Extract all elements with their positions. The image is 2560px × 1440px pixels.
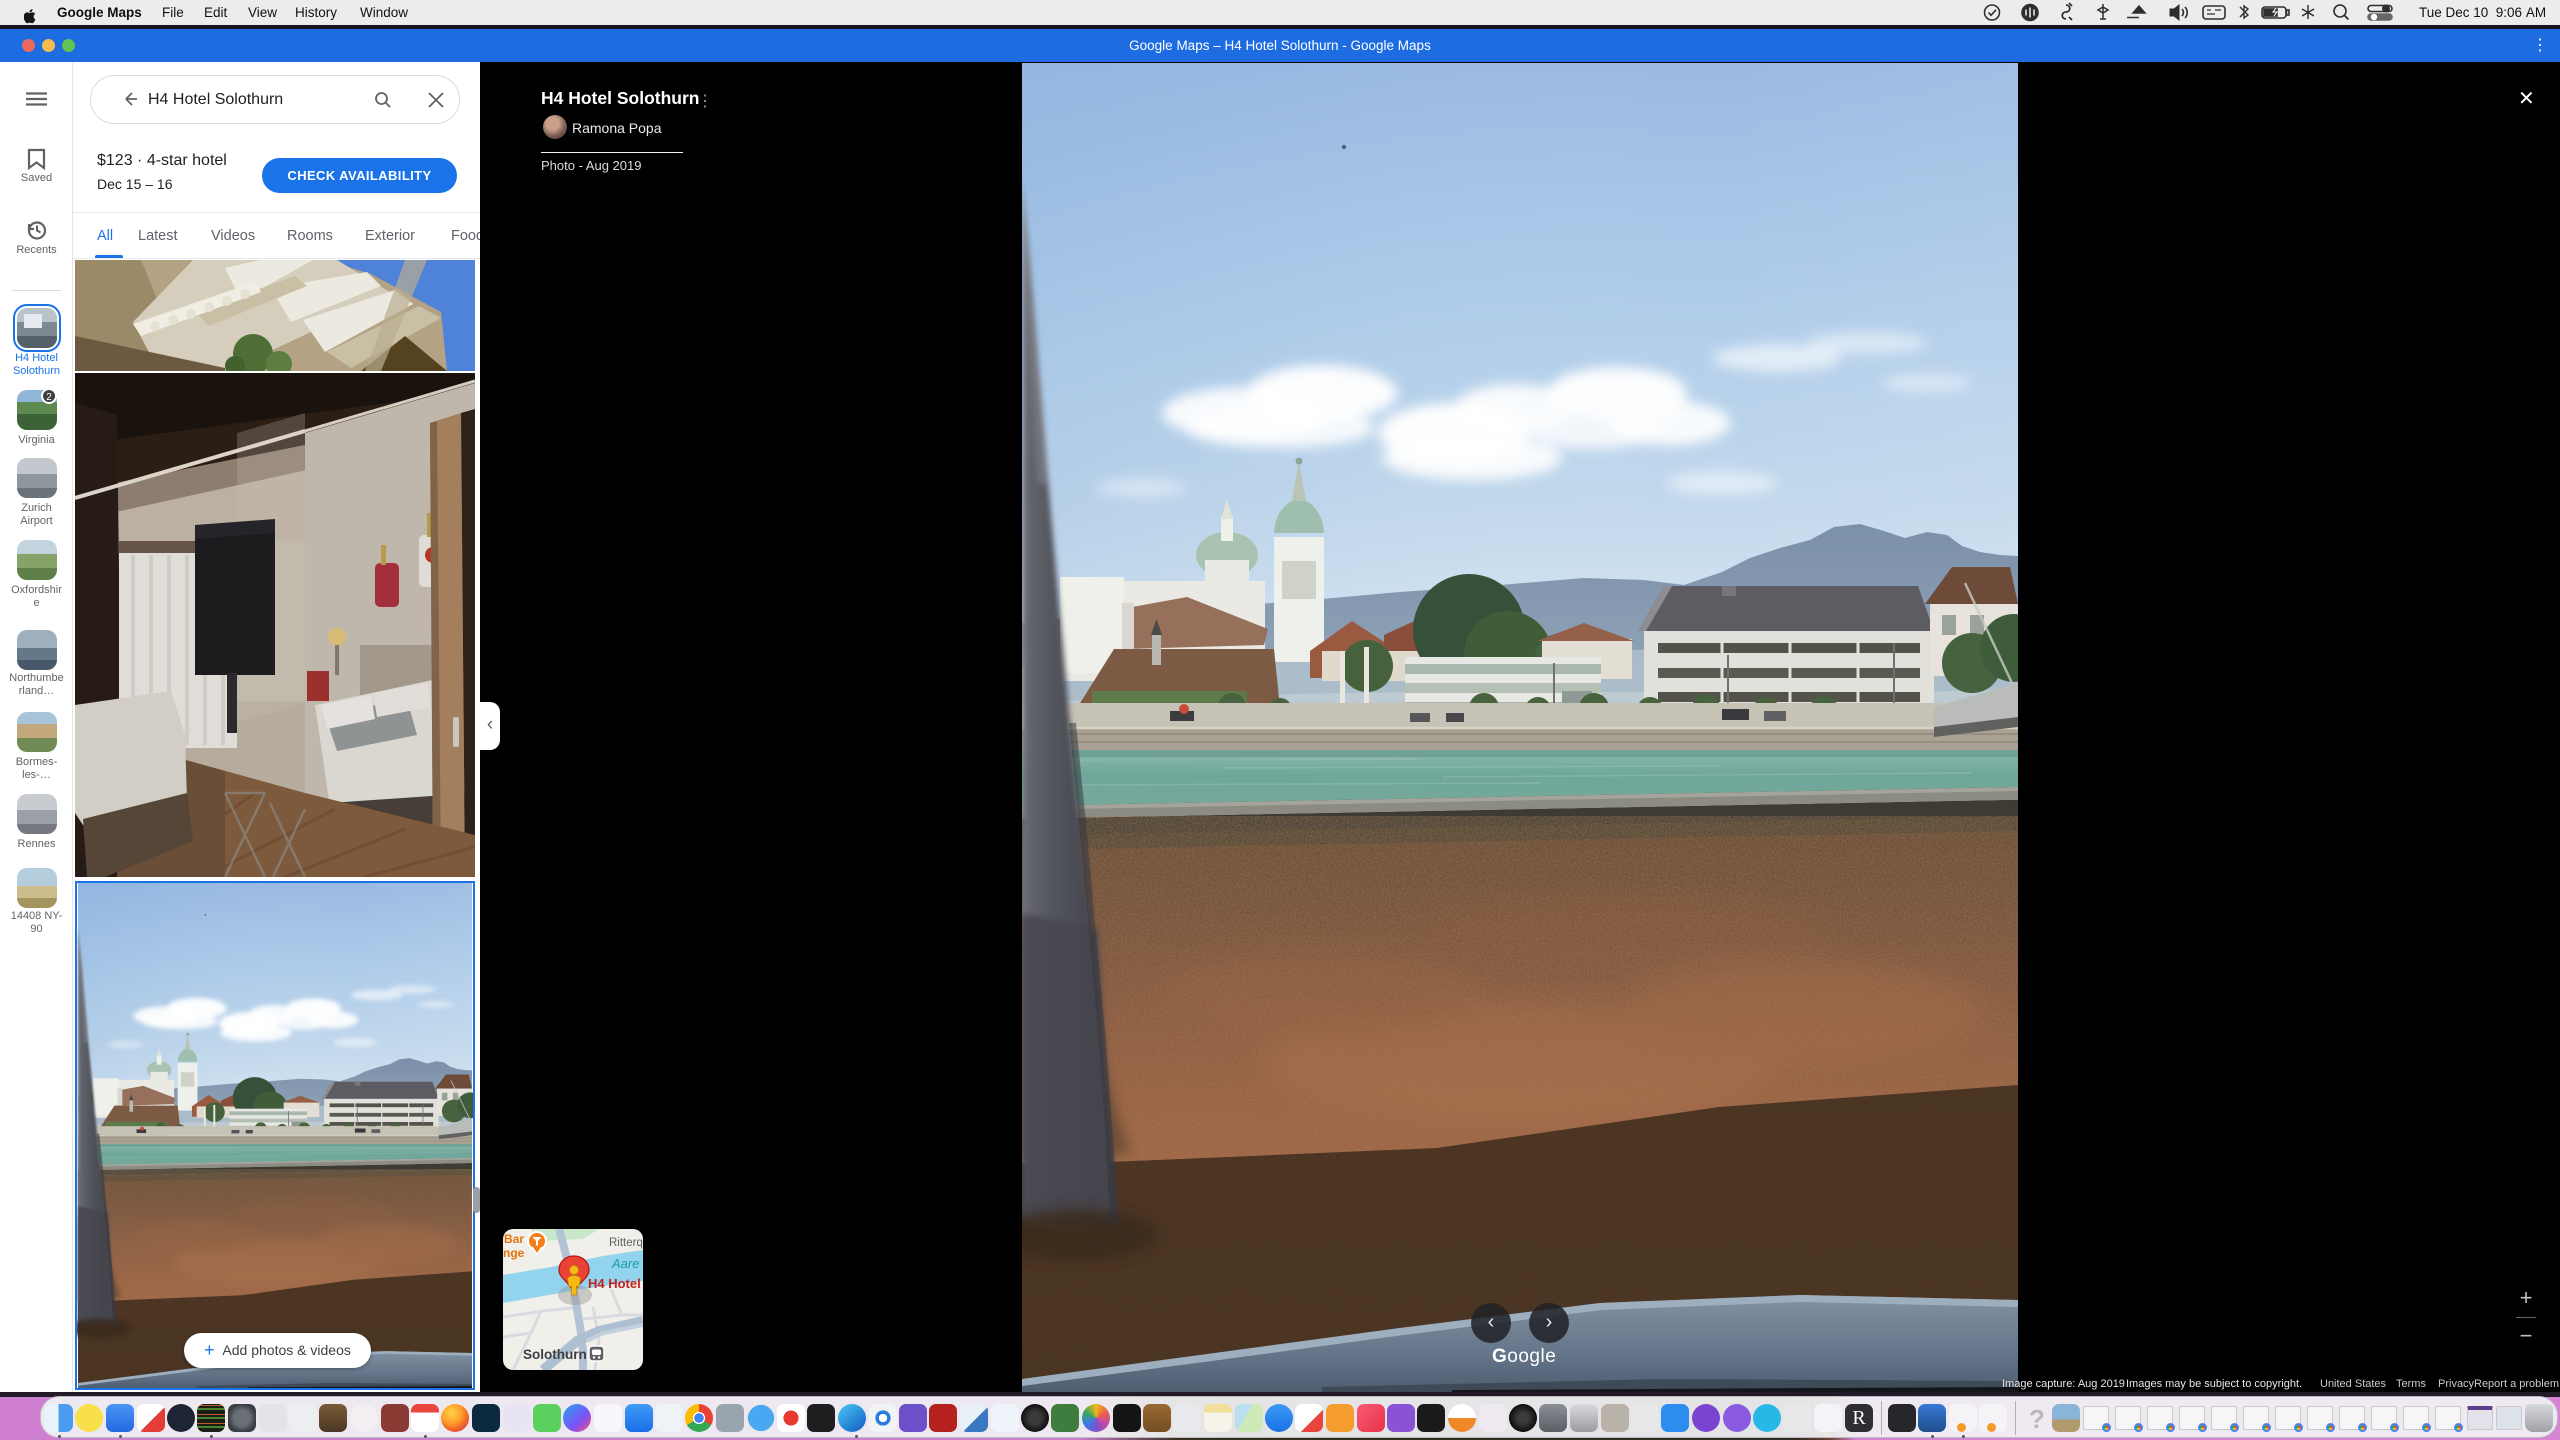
svg-text:Ritterq: Ritterq (609, 1237, 643, 1249)
svg-text:Bar: Bar (504, 1232, 524, 1246)
svg-text:H4 Hotel: H4 Hotel (588, 1276, 641, 1291)
svg-text:nge: nge (503, 1246, 525, 1260)
svg-text:Solothurn: Solothurn (523, 1347, 587, 1362)
svg-text:Aare: Aare (611, 1256, 639, 1271)
